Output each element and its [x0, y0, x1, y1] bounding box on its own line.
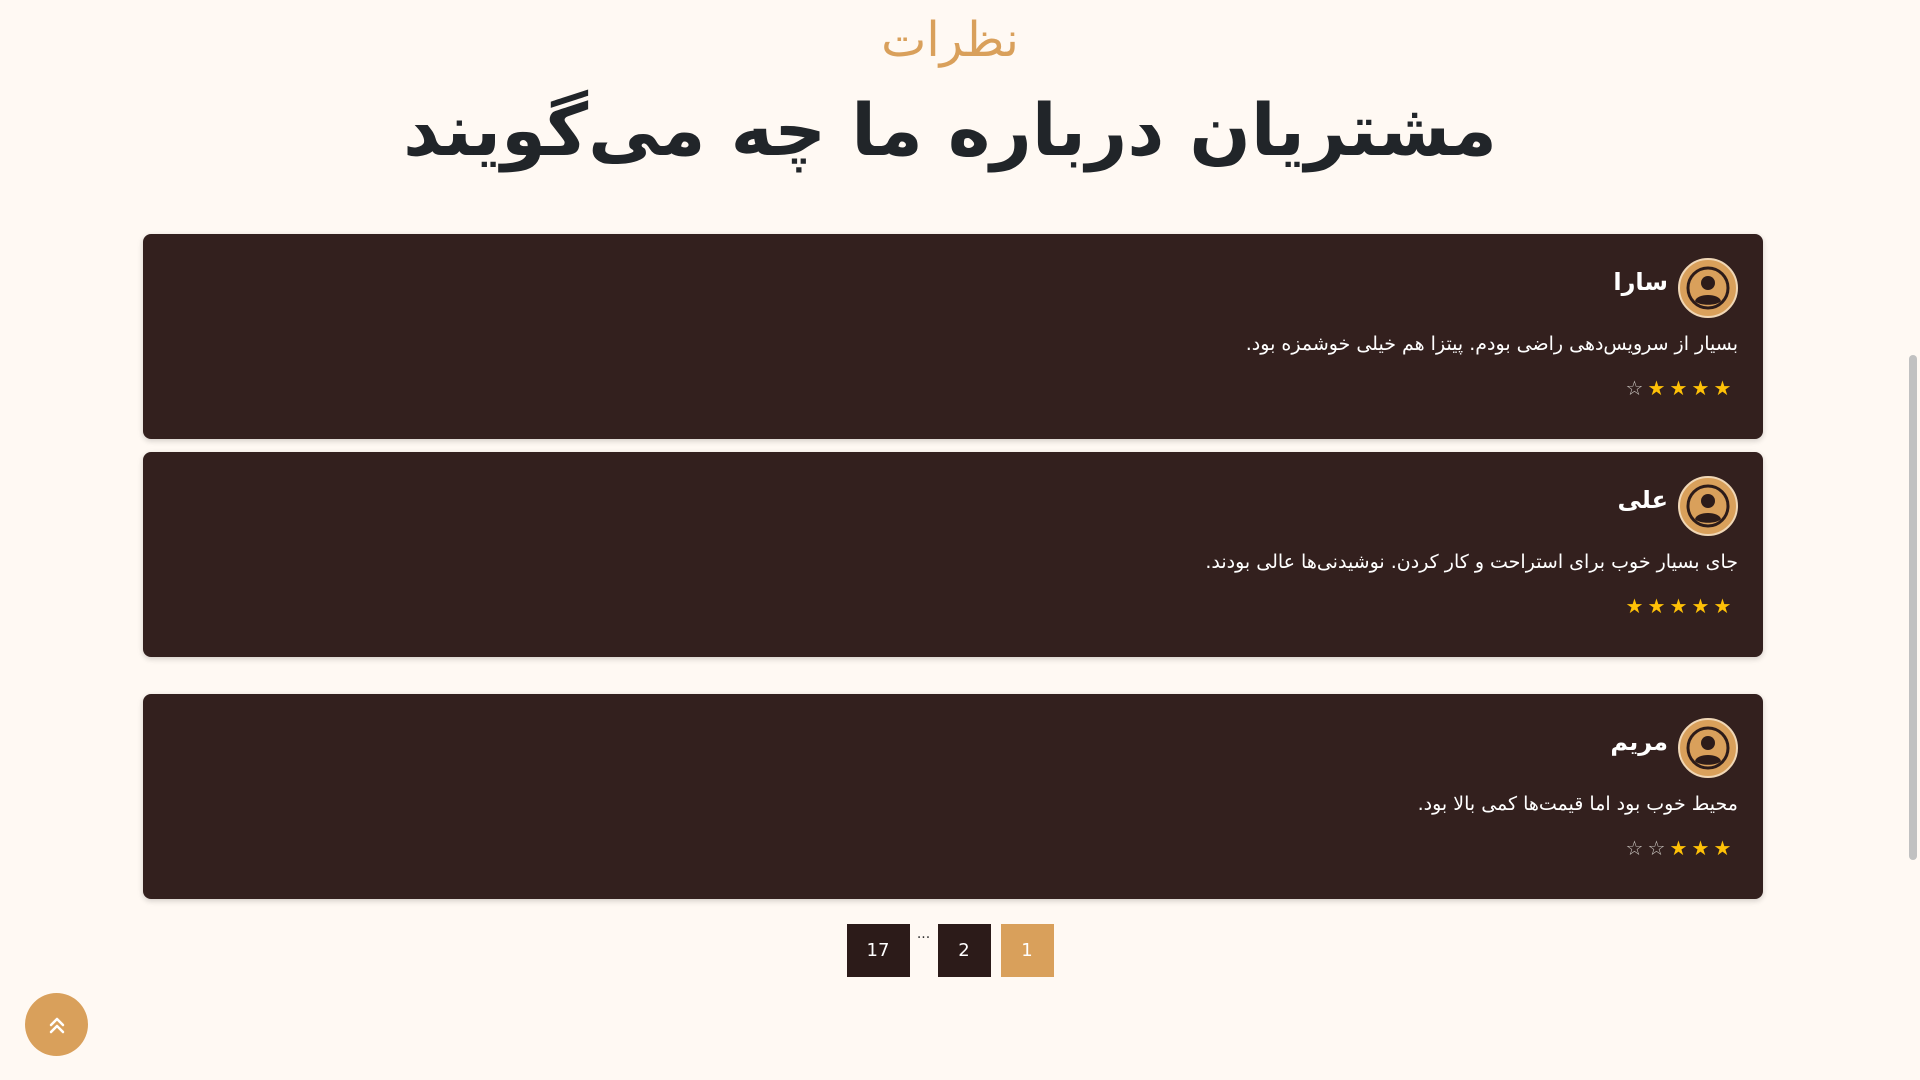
star-empty-icon: ☆	[1625, 376, 1647, 400]
review-header: مریم	[1610, 718, 1738, 778]
star-rating: ☆★★★★	[1625, 374, 1735, 402]
section-subtitle: نظرات	[881, 12, 1019, 68]
star-filled-icon: ★	[1669, 376, 1691, 400]
review-card: علی جای بسیار خوب برای استراحت و کار کرد…	[143, 452, 1763, 657]
review-card: سارا بسیار از سرویس‌دهی راضی بودم. پیتزا…	[143, 234, 1763, 439]
star-filled-icon: ★	[1691, 594, 1713, 618]
star-filled-icon: ★	[1647, 594, 1669, 618]
pagination: 17 ... 2 1	[0, 924, 1900, 977]
star-filled-icon: ★	[1713, 836, 1735, 860]
star-filled-icon: ★	[1669, 836, 1691, 860]
star-empty-icon: ☆	[1625, 836, 1647, 860]
reviewer-name: سارا	[1613, 268, 1668, 296]
star-rating: ★★★★★	[1625, 592, 1735, 620]
star-rating: ☆☆★★★	[1625, 834, 1735, 862]
star-filled-icon: ★	[1713, 594, 1735, 618]
review-header: علی	[1618, 476, 1738, 536]
review-text: جای بسیار خوب برای استراحت و کار کردن. ن…	[1205, 551, 1738, 573]
reviewer-name: مریم	[1610, 728, 1668, 756]
page-button-last[interactable]: 17	[846, 924, 910, 977]
star-filled-icon: ★	[1713, 376, 1735, 400]
star-empty-icon: ☆	[1647, 836, 1669, 860]
double-chevron-up-icon	[49, 1017, 64, 1033]
star-filled-icon: ★	[1669, 594, 1691, 618]
page-button-2[interactable]: 2	[937, 924, 991, 977]
page-button-current[interactable]: 1	[1000, 924, 1054, 977]
review-text: محیط خوب بود اما قیمت‌ها کمی بالا بود.	[1417, 793, 1738, 815]
review-header: سارا	[1613, 258, 1738, 318]
scrollbar-thumb[interactable]	[1909, 355, 1917, 860]
star-filled-icon: ★	[1691, 376, 1713, 400]
star-filled-icon: ★	[1691, 836, 1713, 860]
page-title: مشتریان درباره ما چه می‌گویند	[403, 88, 1497, 172]
pagination-ellipsis: ...	[916, 926, 931, 942]
review-text: بسیار از سرویس‌دهی راضی بودم. پیتزا هم خ…	[1245, 333, 1738, 355]
page: نظرات مشتریان درباره ما چه می‌گویند سارا…	[0, 0, 1905, 1080]
back-to-top-button[interactable]	[25, 993, 88, 1056]
star-filled-icon: ★	[1625, 594, 1647, 618]
star-filled-icon: ★	[1647, 376, 1669, 400]
reviewer-name: علی	[1617, 486, 1668, 514]
user-circle-icon	[1678, 718, 1738, 778]
review-card: مریم محیط خوب بود اما قیمت‌ها کمی بالا ب…	[143, 694, 1763, 899]
vertical-scrollbar[interactable]	[1905, 0, 1920, 1080]
user-circle-icon	[1678, 258, 1738, 318]
user-circle-icon	[1678, 476, 1738, 536]
